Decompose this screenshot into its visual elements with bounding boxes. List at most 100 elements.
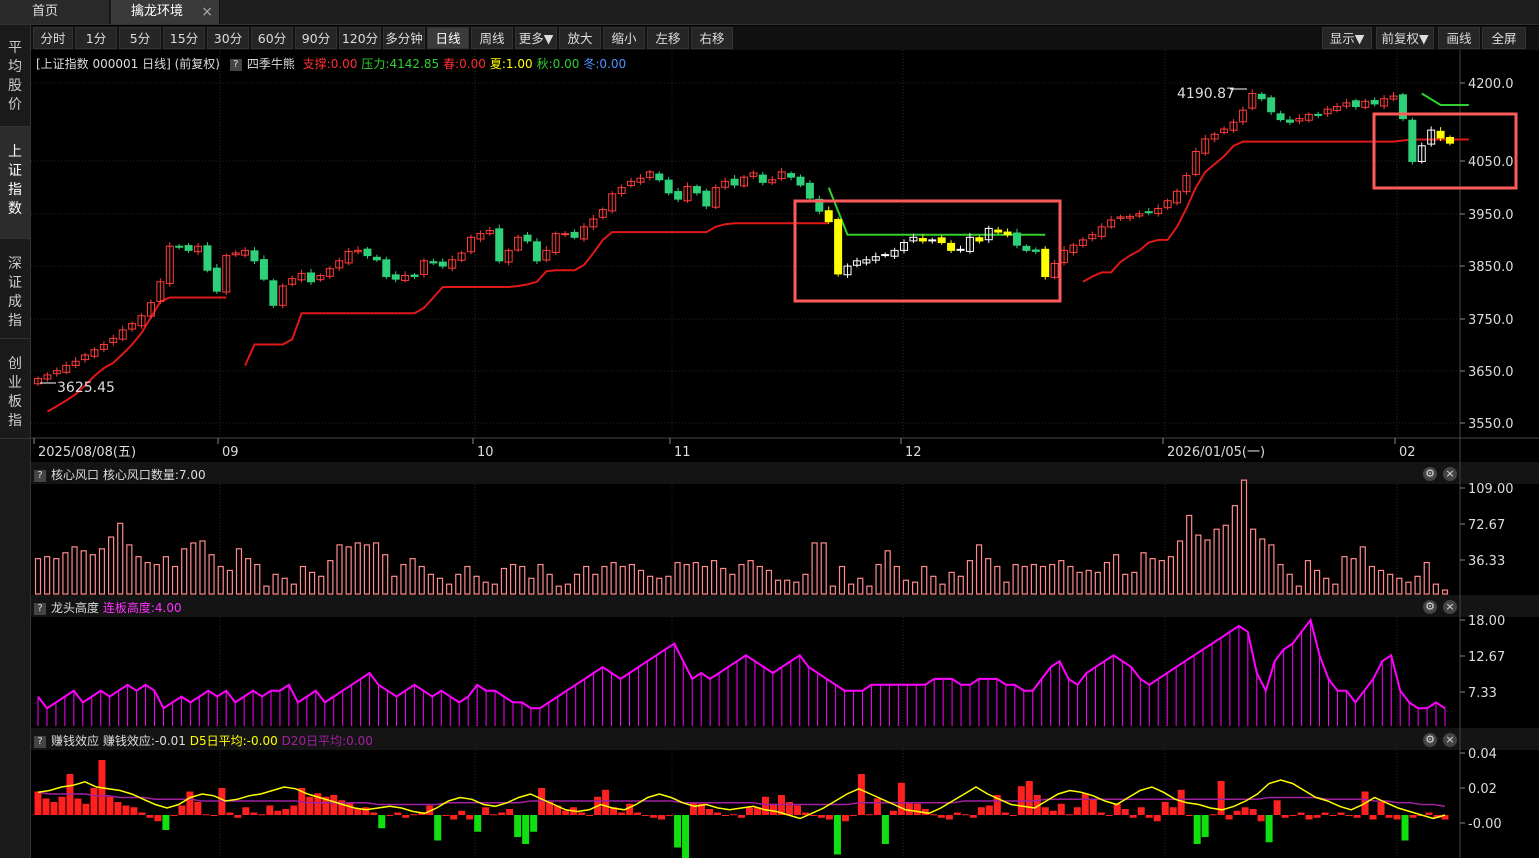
move-left-button[interactable]: 左移 — [647, 27, 689, 49]
bar — [138, 812, 146, 815]
y-tick-label: 12.67 — [1468, 650, 1505, 665]
bar — [913, 803, 921, 815]
candle-body — [692, 186, 701, 194]
bar — [450, 815, 458, 820]
bar — [730, 814, 738, 816]
chart-canvas[interactable]: 4200.0 4050.0 3950.0 3850.0 3750.0 3650.0 3550… — [0, 0, 1539, 858]
candle-body — [674, 191, 683, 200]
help-icon[interactable]: ? — [229, 58, 242, 71]
bar — [682, 815, 690, 858]
candle-body — [1267, 97, 1276, 113]
panel2-param: 连板高度:4.00 — [102, 601, 182, 615]
panel1-param: 核心风口数量:7.00 — [102, 468, 206, 482]
sidebar-item-avg-price[interactable]: 平均股价 — [0, 25, 30, 127]
period-multi[interactable]: 多分钟 — [383, 27, 425, 49]
bar — [1425, 812, 1433, 815]
bar — [865, 814, 873, 816]
candle-body — [702, 190, 711, 207]
bar — [706, 809, 714, 815]
bar — [1137, 807, 1145, 815]
sidebar-item-sh-index[interactable]: 上证指数 — [0, 127, 30, 239]
bar — [969, 815, 977, 818]
panel1-name: 核心风口 — [51, 468, 100, 482]
period-5min[interactable]: 5分 — [119, 27, 161, 49]
display-dropdown[interactable]: 显示▼ — [1322, 27, 1372, 49]
candle-body — [1446, 137, 1454, 144]
bar — [745, 807, 753, 815]
adjust-dropdown[interactable]: 前复权▼ — [1376, 27, 1434, 49]
settings-icon[interactable]: ⚙ — [1423, 467, 1437, 481]
bar — [194, 802, 202, 815]
y-tick-label: 72.67 — [1468, 518, 1505, 533]
bar — [578, 812, 586, 815]
bar — [1329, 815, 1337, 816]
indicator-param: 压力:4142.85 — [361, 57, 440, 71]
candle-body — [372, 256, 381, 261]
bar — [1265, 815, 1273, 843]
bar — [1097, 812, 1105, 815]
period-120min[interactable]: 120分 — [339, 27, 381, 49]
candle-body — [805, 182, 814, 199]
draw-button[interactable]: 画线 — [1438, 27, 1480, 49]
candle-body — [1041, 248, 1050, 278]
bar — [1049, 810, 1057, 815]
y-tick-label: 18.00 — [1468, 614, 1505, 629]
zoom-in-button[interactable]: 放大 — [559, 27, 601, 49]
bar — [178, 805, 186, 815]
candle-body — [1031, 249, 1040, 252]
period-60min[interactable]: 60分 — [251, 27, 293, 49]
candle-body — [363, 248, 372, 257]
help-icon[interactable]: ? — [34, 602, 46, 615]
bar — [1161, 802, 1169, 815]
bar — [634, 812, 642, 815]
bar — [1121, 809, 1129, 815]
bar — [1297, 812, 1305, 815]
candle-body — [1276, 113, 1285, 121]
period-30min[interactable]: 30分 — [207, 27, 249, 49]
candle-body — [824, 210, 833, 223]
bar — [410, 814, 418, 816]
bar — [1169, 807, 1177, 815]
bar — [42, 798, 50, 815]
main-chart-header: [上证指数 000001 日线] (前复权) ? 四季牛熊 支撑:0.00 压力:4… — [36, 55, 626, 72]
period-daily[interactable]: 日线 — [427, 27, 469, 49]
bar — [210, 815, 218, 816]
panel3-d5: D5日平均:-0.00 — [189, 734, 278, 748]
bar — [1113, 803, 1121, 815]
bar — [1065, 814, 1073, 816]
help-icon[interactable]: ? — [34, 735, 46, 748]
more-dropdown[interactable]: 更多▼ — [515, 27, 557, 49]
bar — [1193, 815, 1201, 844]
candle-body — [212, 267, 221, 292]
sidebar-item-cyb-index[interactable]: 创业板指 — [0, 339, 30, 439]
bar — [258, 814, 266, 816]
settings-icon[interactable]: ⚙ — [1423, 600, 1437, 614]
bar — [394, 812, 402, 815]
period-1min[interactable]: 1分 — [75, 27, 117, 49]
bar — [849, 815, 857, 816]
bar — [1401, 815, 1409, 841]
close-icon[interactable]: × — [1443, 467, 1457, 481]
bar — [1289, 815, 1297, 816]
bar — [34, 791, 42, 815]
close-icon[interactable]: × — [1443, 600, 1457, 614]
move-right-button[interactable]: 右移 — [691, 27, 733, 49]
help-icon[interactable]: ? — [34, 469, 46, 482]
fullscreen-button[interactable]: 全屏 — [1482, 27, 1526, 49]
bar — [897, 782, 905, 815]
period-fenshi[interactable]: 分时 — [33, 27, 73, 49]
candle-body — [269, 280, 278, 306]
zoom-out-button[interactable]: 缩小 — [603, 27, 645, 49]
period-15min[interactable]: 15分 — [163, 27, 205, 49]
settings-icon[interactable]: ⚙ — [1423, 733, 1437, 747]
sidebar-item-sz-index[interactable]: 深证成指 — [0, 239, 30, 339]
close-icon[interactable]: × — [1443, 733, 1457, 747]
sidebar-label: 深证成指 — [8, 256, 22, 329]
candle-body — [664, 179, 673, 194]
bar — [825, 815, 833, 820]
period-weekly[interactable]: 周线 — [471, 27, 513, 49]
sidebar-label: 上证指数 — [8, 144, 22, 217]
bar — [562, 810, 570, 815]
period-90min[interactable]: 90分 — [295, 27, 337, 49]
bar — [442, 815, 450, 816]
